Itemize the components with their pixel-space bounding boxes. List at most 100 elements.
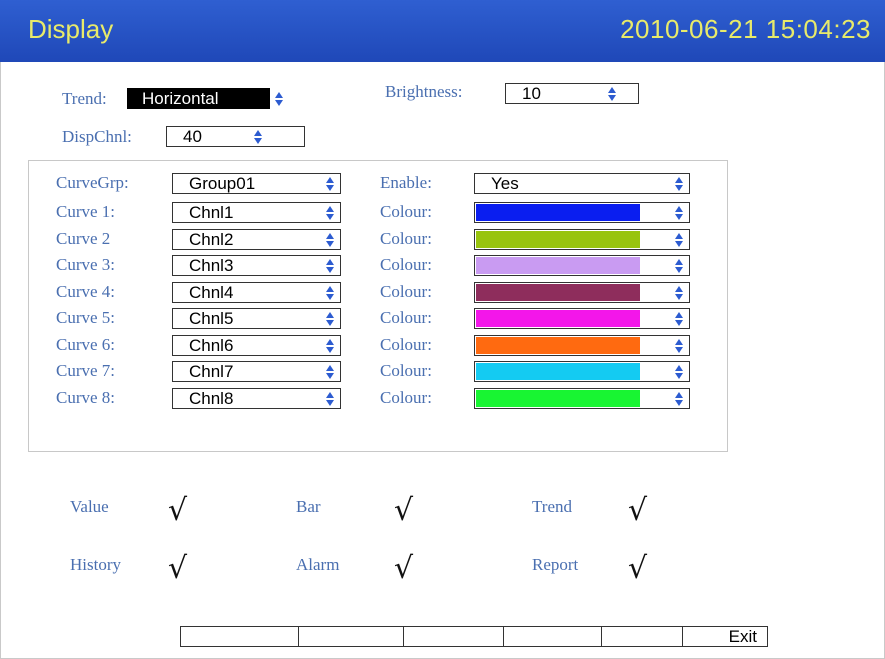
curve-7-colour-select[interactable] (474, 361, 690, 382)
trend-select[interactable]: Horizontal (127, 88, 283, 109)
dispchnl-select[interactable]: 40 (166, 126, 305, 147)
enable-select[interactable]: Yes (474, 173, 690, 194)
curve-4-colour-select[interactable] (474, 282, 690, 303)
title-bar: Display 2010-06-21 15:04:23 (0, 0, 885, 62)
spinner-arrows-icon (326, 286, 334, 300)
view-check-value[interactable]: √ (168, 493, 187, 528)
dispchnl-value: 40 (183, 127, 202, 146)
function-key-4[interactable] (504, 627, 602, 646)
spinner-arrows-icon (326, 259, 334, 273)
curve-4-channel-select[interactable]: Chnl4 (172, 282, 341, 303)
curve-6-colour-label: Colour: (380, 335, 432, 354)
curve-3-label: Curve 3: (56, 255, 116, 274)
curve-2-channel-select[interactable]: Chnl2 (172, 229, 341, 250)
view-label-report: Report (532, 555, 579, 574)
curve-1-label: Curve 1: (56, 202, 116, 221)
curve-7-channel-select[interactable]: Chnl7 (172, 361, 341, 382)
curve-8-channel-value: Chnl8 (189, 389, 234, 408)
curve-3-channel-select[interactable]: Chnl3 (172, 255, 341, 276)
curve-3-colour-select[interactable] (474, 255, 690, 276)
spinner-arrows-icon (326, 206, 334, 220)
curve-1-colour-label: Colour: (380, 202, 432, 221)
spinner-arrows-icon (254, 130, 262, 144)
view-check-alarm[interactable]: √ (394, 551, 413, 586)
brightness-value: 10 (522, 84, 541, 103)
trend-value: Horizontal (142, 89, 219, 108)
curve-4-label: Curve 4: (56, 282, 116, 301)
spinner-arrows-icon (675, 286, 683, 300)
spinner-arrows-icon (675, 392, 683, 406)
curve-4-colour-label: Colour: (380, 282, 432, 301)
curve-2-channel-value: Chnl2 (189, 230, 234, 249)
curve-2-label: Curve 2 (56, 229, 111, 248)
curve-7-channel-value: Chnl7 (189, 362, 234, 381)
brightness-select[interactable]: 10 (505, 83, 639, 104)
curve-6-channel-value: Chnl6 (189, 336, 234, 355)
curve-5-channel-value: Chnl5 (189, 309, 234, 328)
function-key-1[interactable] (181, 627, 299, 646)
curve-1-colour-select[interactable] (474, 202, 690, 223)
curve-8-colour-select[interactable] (474, 388, 690, 409)
curve-2-colour-label: Colour: (380, 229, 432, 248)
spinner-arrows-icon (326, 339, 334, 353)
curve-7-label: Curve 7: (56, 361, 116, 380)
curve-7-colour-swatch (476, 363, 640, 380)
spinner-arrows-icon (675, 365, 683, 379)
curve-5-channel-select[interactable]: Chnl5 (172, 308, 341, 329)
curvegrp-select[interactable]: Group01 (172, 173, 341, 194)
view-label-history: History (70, 555, 121, 574)
curve-1-channel-value: Chnl1 (189, 203, 234, 222)
curve-1-colour-swatch (476, 204, 640, 221)
curve-2-colour-select[interactable] (474, 229, 690, 250)
curve-8-colour-swatch (476, 390, 640, 407)
curve-4-channel-value: Chnl4 (189, 283, 234, 302)
view-label-value: Value (70, 497, 109, 516)
curve-1-channel-select[interactable]: Chnl1 (172, 202, 341, 223)
curve-3-channel-value: Chnl3 (189, 256, 234, 275)
curve-8-channel-select[interactable]: Chnl8 (172, 388, 341, 409)
exit-button[interactable]: Exit (683, 627, 767, 646)
spinner-arrows-icon (326, 233, 334, 247)
view-label-bar: Bar (296, 497, 321, 516)
enable-label: Enable: (380, 173, 432, 192)
dispchnl-label: DispChnl: (62, 127, 132, 146)
curve-2-colour-swatch (476, 231, 640, 248)
page-title: Display (28, 14, 114, 44)
curve-6-colour-select[interactable] (474, 335, 690, 356)
curve-8-label: Curve 8: (56, 388, 116, 407)
spinner-arrows-icon (326, 392, 334, 406)
spinner-arrows-icon (675, 233, 683, 247)
curve-6-colour-swatch (476, 337, 640, 354)
curve-6-label: Curve 6: (56, 335, 116, 354)
view-check-trend[interactable]: √ (628, 493, 647, 528)
function-key-2[interactable] (299, 627, 405, 646)
spinner-arrows-icon (326, 177, 334, 191)
spinner-arrows-icon (608, 87, 616, 101)
curve-3-colour-label: Colour: (380, 255, 432, 274)
view-check-history[interactable]: √ (168, 551, 187, 586)
curve-8-colour-label: Colour: (380, 388, 432, 407)
spinner-arrows-icon (675, 259, 683, 273)
function-key-bar: Exit (180, 626, 768, 647)
function-key-3[interactable] (404, 627, 504, 646)
view-check-bar[interactable]: √ (394, 493, 413, 528)
function-key-5[interactable] (602, 627, 684, 646)
curve-5-label: Curve 5: (56, 308, 116, 327)
curve-4-colour-swatch (476, 284, 640, 301)
spinner-arrows-icon (326, 365, 334, 379)
enable-value: Yes (491, 174, 519, 193)
spinner-arrows-icon (326, 312, 334, 326)
curve-5-colour-select[interactable] (474, 308, 690, 329)
curve-6-channel-select[interactable]: Chnl6 (172, 335, 341, 356)
view-label-trend: Trend (532, 497, 572, 516)
curvegrp-label: CurveGrp: (56, 173, 129, 192)
spinner-arrows-icon (275, 92, 283, 106)
curve-5-colour-swatch (476, 310, 640, 327)
view-check-report[interactable]: √ (628, 551, 647, 586)
spinner-arrows-icon (675, 339, 683, 353)
spinner-arrows-icon (675, 206, 683, 220)
brightness-label: Brightness: (385, 82, 463, 101)
view-label-alarm: Alarm (296, 555, 340, 574)
datetime-display: 2010-06-21 15:04:23 (620, 14, 871, 44)
trend-label: Trend: (62, 89, 107, 108)
